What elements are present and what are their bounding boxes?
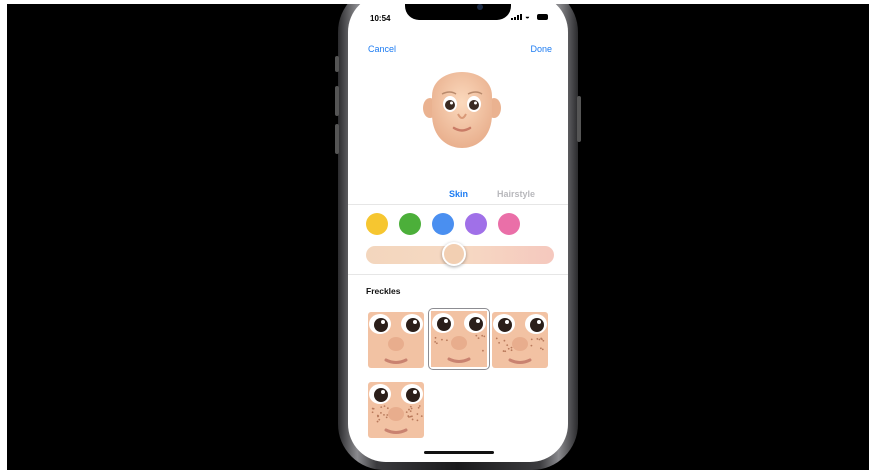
cellular-signal-icon [511,14,522,20]
notch [405,4,511,20]
swatch-pink[interactable] [498,213,520,235]
section-divider [348,274,568,275]
freckles-options-grid [368,308,553,442]
tab-skin[interactable]: Skin [449,189,468,199]
video-frame: 10:54 ◒ Cancel Done Skin Hairstyle Freck… [7,4,869,470]
skin-color-swatches [366,213,520,235]
freckles-option-none[interactable] [368,312,424,368]
wifi-icon: ◒ [525,12,530,21]
memoji-preview [420,56,504,150]
swatch-blue[interactable] [432,213,454,235]
home-indicator [424,451,494,454]
tab-hairstyle[interactable]: Hairstyle [497,189,535,199]
status-icons: ◒ [511,12,548,21]
volume-down-button [335,124,339,154]
freckles-option-light-selected[interactable] [428,308,490,370]
freckles-option-heavy[interactable] [368,382,424,438]
swatch-yellow[interactable] [366,213,388,235]
swatch-green[interactable] [399,213,421,235]
mute-switch [335,56,339,72]
volume-up-button [335,86,339,116]
battery-icon [537,14,548,20]
phone-screen: 10:54 ◒ Cancel Done Skin Hairstyle Freck… [348,4,568,462]
status-time: 10:54 [370,14,391,23]
swatch-purple[interactable] [465,213,487,235]
tab-divider [348,204,568,205]
freckles-label: Freckles [366,286,401,296]
side-button [577,96,581,142]
cancel-button[interactable]: Cancel [368,44,396,54]
done-button[interactable]: Done [530,44,552,54]
freckles-option-medium[interactable] [492,312,548,368]
